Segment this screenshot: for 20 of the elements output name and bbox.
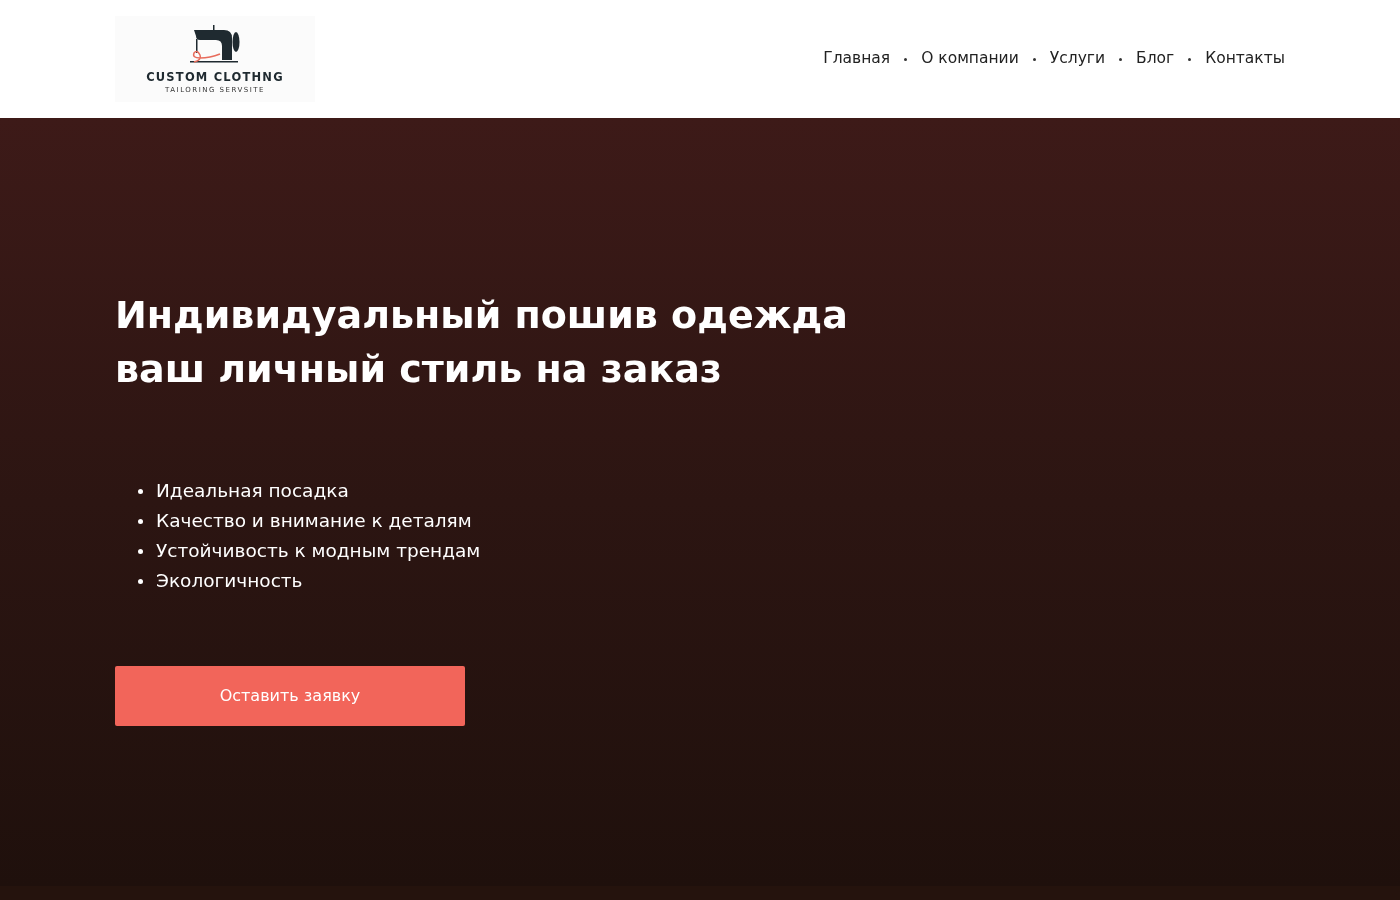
hero-heading: Индивидуальный пошив одежда — [115, 292, 849, 339]
feature-item: Идеальная посадка — [156, 479, 349, 503]
bullet-icon — [138, 578, 143, 584]
hero-heading: ваш личный стиль на заказ — [115, 346, 723, 393]
separator-dot — [1188, 57, 1192, 61]
feature-item: Устойчивость к модным трендам — [156, 539, 481, 563]
bullet-icon — [138, 518, 143, 524]
nav-link[interactable]: Главная — [823, 47, 891, 71]
nav-link[interactable]: О компании — [921, 47, 1019, 71]
nav-link[interactable]: Услуги — [1049, 47, 1106, 71]
separator-dot — [1032, 57, 1036, 61]
nav-link[interactable]: Блог — [1136, 47, 1175, 71]
bullet-icon — [138, 488, 143, 494]
logo-title: CUSTOM CLOTHNG — [146, 71, 284, 84]
nav-link[interactable]: Контакты — [1205, 47, 1285, 71]
bullet-icon — [138, 548, 143, 554]
separator-dot — [904, 57, 908, 61]
feature-item: Качество и внимание к деталям — [156, 509, 472, 533]
separator-dot — [1119, 57, 1123, 61]
feature-item: Экологичность — [156, 569, 303, 593]
